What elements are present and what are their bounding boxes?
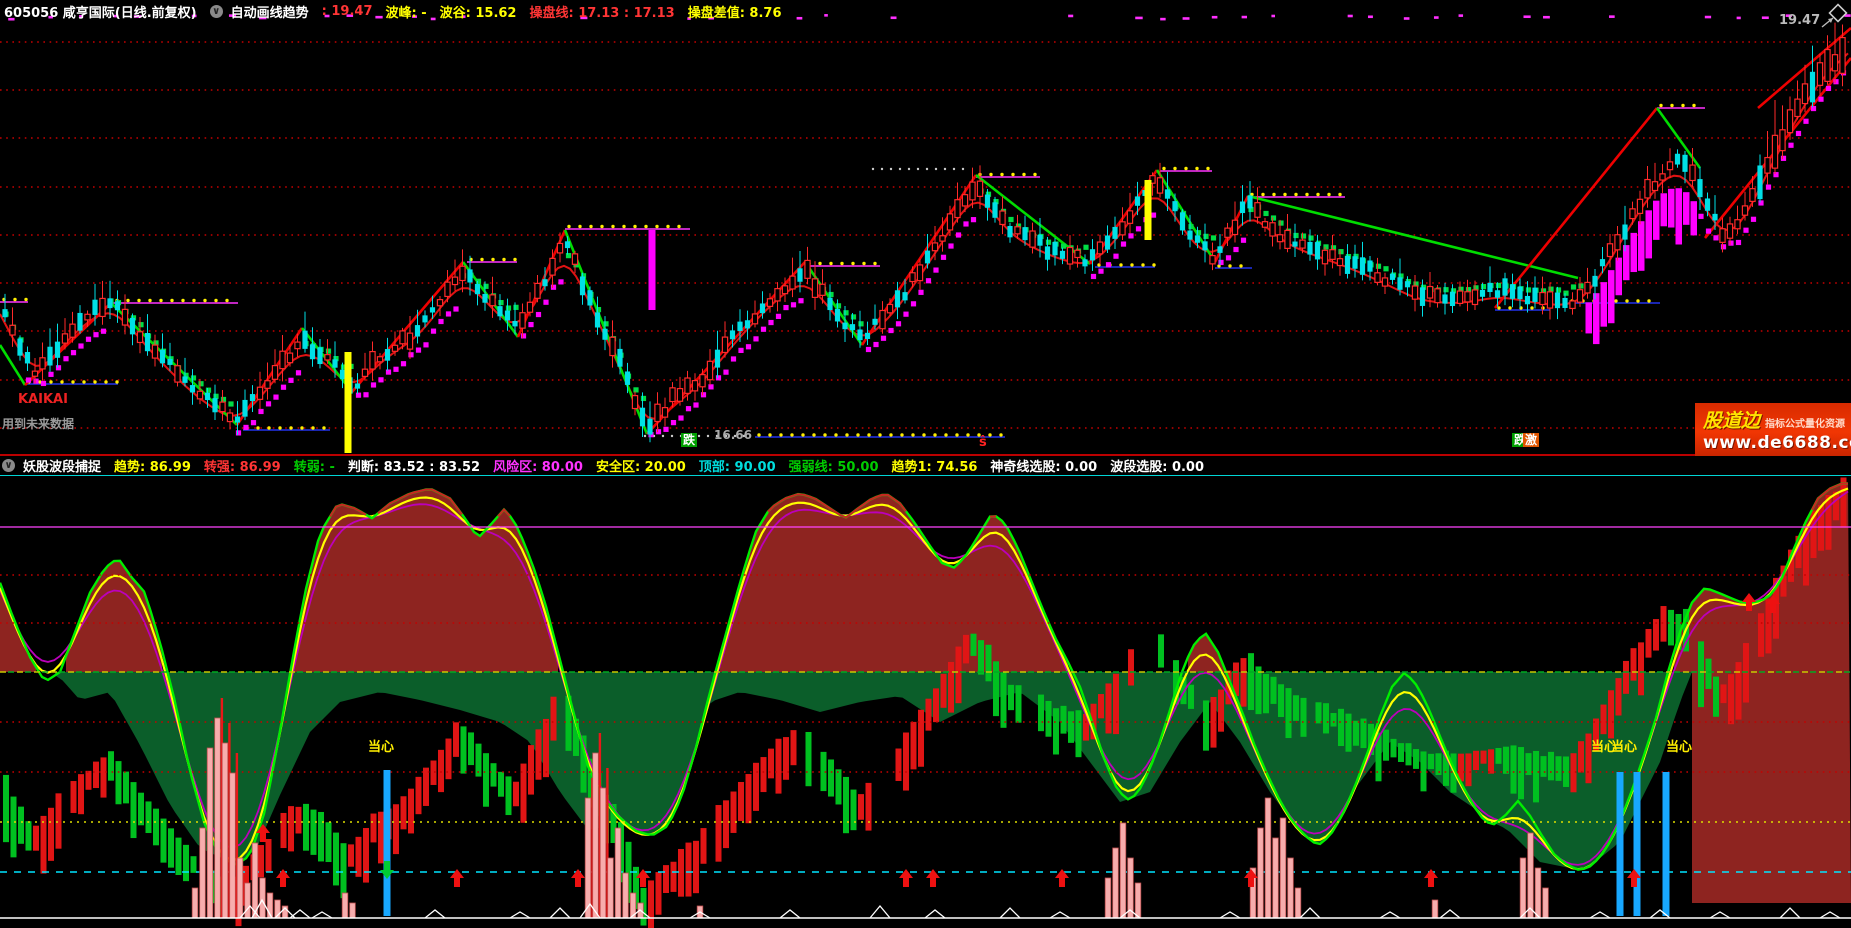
trading-app-window: 605056 咸亨国际(日线.前复权) ∨ 自动画线趋势 : 19.47 波峰: - 波谷… xyxy=(0,0,1851,928)
ind-bar-item-9: 趋势1: 74.56 xyxy=(892,456,978,475)
chart-label-11: 当心 xyxy=(1666,741,1692,755)
ind-bar-item-4: 判断: 83.52 : 83.52 xyxy=(348,456,480,475)
ind-bar-item-1: 趋势: 86.99 xyxy=(114,456,191,475)
watermark-brand: 股道边 xyxy=(1703,406,1760,433)
chart-label-3: 跌 xyxy=(681,433,697,447)
ind-bar-item-3: 转弱: - xyxy=(294,456,335,475)
chart-label-7: 19.47 xyxy=(1779,14,1820,28)
ind-bar-item-2: 转强: 86.99 xyxy=(204,456,281,475)
chart-label-10: 当心 xyxy=(1611,741,1637,755)
chart-label-0: KAIKAI xyxy=(18,393,68,407)
chart-label-6: 激 xyxy=(1523,433,1539,447)
indicator-params-bar: ∨ 妖股波段捕捉趋势: 86.99 转强: 86.99 转弱: - 判断: 83.52 … xyxy=(0,456,1851,476)
ind-bar-item-7: 顶部: 90.00 xyxy=(699,456,776,475)
top-bar-item-4: 波谷: 15.62 xyxy=(440,2,517,21)
chart-label-8: 当心 xyxy=(368,741,394,755)
ind-bar-item-8: 强弱线: 50.00 xyxy=(789,456,879,475)
top-bar-item-0: 605056 咸亨国际(日线.前复权) xyxy=(4,2,197,21)
watermark-ad: 股道边 指标公式量化资源 www.de6688.com xyxy=(1695,403,1851,456)
ind-bar-item-5: 风险区: 80.00 xyxy=(493,456,583,475)
top-bar-item-6: 操盘差值: 8.76 xyxy=(688,2,782,21)
ind-bar-item-0: 妖股波段捕捉 xyxy=(23,456,101,475)
watermark-url: www.de6688.com xyxy=(1703,433,1845,453)
collapse-indicator-icon[interactable]: ∨ xyxy=(2,459,15,472)
watermark-tagline: 指标公式量化资源 xyxy=(1765,415,1845,430)
collapse-main-chart-icon[interactable]: ∨ xyxy=(210,5,223,18)
chart-label-2: 16.66 xyxy=(714,428,752,442)
top-bar-item-3: 波峰: - xyxy=(386,2,427,21)
ind-bar-item-6: 安全区: 20.00 xyxy=(596,456,686,475)
ind-bar-item-11: 波段选股: 0.00 xyxy=(1110,456,1204,475)
top-bar-item-1: 自动画线趋势 xyxy=(231,2,309,21)
top-status-bar: 605056 咸亨国际(日线.前复权) ∨ 自动画线趋势 : 19.47 波峰: - 波谷… xyxy=(0,0,1851,22)
chart-label-1: 用到未来数据 xyxy=(2,417,74,431)
top-bar-item-5: 操盘线: 17.13 : 17.13 xyxy=(529,2,674,21)
chart-label-4: ŝ xyxy=(979,436,987,450)
ind-bar-item-10: 神奇线选股: 0.00 xyxy=(990,456,1097,475)
top-bar-item-2: : 19.47 xyxy=(322,4,373,19)
